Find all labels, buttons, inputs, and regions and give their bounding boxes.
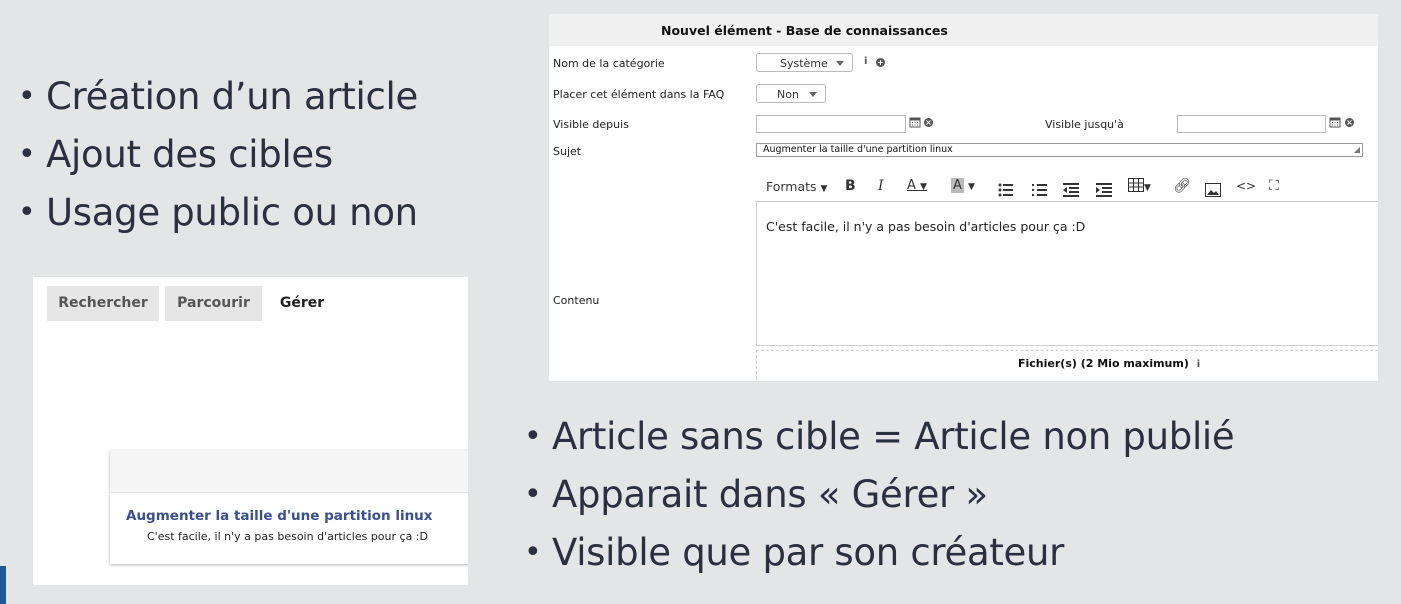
kb-tabs-panel: Rechercher Parcourir Gérer Augmenter la … — [33, 277, 468, 585]
subject-label: Sujet — [553, 145, 582, 158]
calendar-icon[interactable] — [909, 116, 921, 128]
files-label: Fichier(s) (2 Mio maximum) i — [1018, 357, 1201, 370]
article-title-link[interactable]: Augmenter la taille d'une partition linu… — [126, 508, 433, 524]
visible-from-label: Visible depuis — [553, 118, 629, 131]
visible-until-label: Visible jusqu'à — [1045, 118, 1124, 131]
formats-label: Formats — [766, 179, 817, 194]
category-select[interactable]: Système — [756, 53, 853, 72]
chevron-down-icon — [809, 92, 817, 97]
clear-icon[interactable]: × — [924, 118, 933, 127]
content-label: Contenu — [553, 294, 600, 307]
faq-select-value: Non — [777, 88, 799, 101]
text-color-icon[interactable]: A ▼ — [907, 177, 927, 195]
fullscreen-icon[interactable]: ⛶ — [1269, 177, 1279, 195]
faq-select[interactable]: Non — [756, 84, 826, 103]
faq-label: Placer cet élément dans la FAQ — [553, 88, 725, 101]
article-excerpt: C'est facile, il n'y a pas besoin d'arti… — [147, 530, 428, 543]
calendar-icon[interactable] — [1329, 116, 1341, 128]
category-select-value: Système — [780, 57, 828, 70]
bullet-item: Visible que par son créateur — [524, 524, 1234, 582]
source-code-icon[interactable]: <> — [1236, 177, 1256, 195]
add-icon[interactable]: + — [876, 58, 885, 67]
card-header — [110, 450, 468, 493]
bold-icon[interactable]: B — [845, 177, 856, 195]
subject-value: Augmenter la taille d'une partition linu… — [763, 144, 953, 155]
outdent-icon[interactable] — [1063, 181, 1079, 199]
tab-rechercher[interactable]: Rechercher — [47, 286, 159, 321]
tab-parcourir[interactable]: Parcourir — [165, 286, 262, 321]
editor-text: C'est facile, il n'y a pas besoin d'arti… — [766, 219, 1086, 234]
clear-icon[interactable]: × — [1345, 118, 1354, 127]
bullet-item: Création d’un article — [18, 68, 418, 126]
chevron-down-icon — [836, 61, 844, 66]
subject-input[interactable]: Augmenter la taille d'une partition linu… — [756, 143, 1363, 157]
file-upload-area[interactable]: Fichier(s) (2 Mio maximum) i — [756, 350, 1378, 381]
bullet-item: Apparait dans « Gérer » — [524, 466, 1234, 524]
bullet-item: Ajout des cibles — [18, 126, 418, 184]
indent-icon[interactable] — [1096, 181, 1112, 199]
resize-grip-icon[interactable]: ◢ — [1354, 144, 1360, 156]
image-icon[interactable] — [1205, 181, 1221, 199]
formats-dropdown[interactable]: Formats ▼ — [766, 178, 827, 196]
visible-until-input[interactable] — [1177, 115, 1326, 133]
table-icon[interactable]: ▼ — [1128, 177, 1151, 195]
bullet-list-bottom: Article sans cible = Article non publié … — [524, 408, 1235, 582]
info-icon: i — [1196, 359, 1201, 370]
category-label: Nom de la catégorie — [553, 57, 665, 70]
tab-gerer[interactable]: Gérer — [265, 286, 339, 321]
bullet-list-top: Création d’un article Ajout des cibles U… — [18, 68, 418, 242]
content-editor[interactable]: C'est facile, il n'y a pas besoin d'arti… — [756, 201, 1378, 346]
bullet-item: Usage public ou non — [18, 184, 418, 242]
bullet-item: Article sans cible = Article non publié — [524, 408, 1235, 466]
info-icon[interactable]: i — [864, 56, 867, 67]
numbered-list-icon[interactable] — [1032, 181, 1048, 199]
link-icon[interactable]: 🔗︎ — [1173, 177, 1191, 195]
article-card: Augmenter la taille d'une partition linu… — [110, 450, 468, 564]
background-color-icon[interactable]: A ▼ — [951, 177, 975, 195]
knowledge-base-form: Nouvel élément - Base de connaissances N… — [549, 14, 1378, 381]
editor-toolbar: Formats ▼ B I A ▼ A ▼ ▼ 🔗︎ <> ⛶ — [756, 171, 1378, 201]
form-header: Nouvel élément - Base de connaissances — [549, 14, 1378, 46]
visible-from-input[interactable] — [756, 115, 906, 133]
accent-bar — [0, 566, 6, 604]
bullet-list-icon[interactable] — [998, 181, 1014, 199]
italic-icon[interactable]: I — [878, 177, 884, 195]
form-title: Nouvel élément - Base de connaissances — [661, 23, 948, 38]
